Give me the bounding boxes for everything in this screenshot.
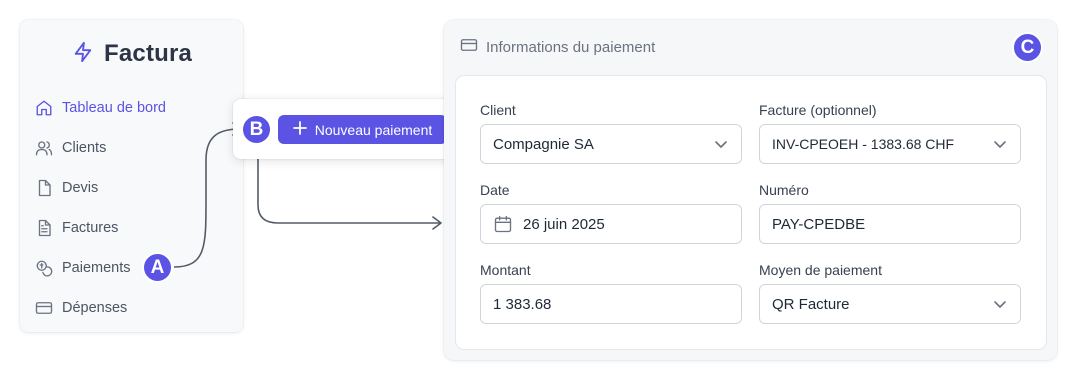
sidebar-item-devis[interactable]: Devis <box>32 168 232 208</box>
arrowhead-b-to-c <box>432 216 442 230</box>
number-label: Numéro <box>759 182 809 198</box>
method-label: Moyen de paiement <box>759 262 882 278</box>
badge-b: B <box>241 114 272 145</box>
sidebar-item-label: Devis <box>62 180 99 196</box>
sidebar: Factura Tableau de bord Clients Devis Fa… <box>20 20 243 332</box>
date-input[interactable]: 26 juin 2025 <box>480 204 742 244</box>
sidebar-item-label: Dépenses <box>62 300 128 316</box>
file-text-icon <box>34 218 54 238</box>
badge-c: C <box>1012 32 1043 63</box>
sidebar-item-label: Clients <box>62 140 107 156</box>
chevron-down-icon <box>994 301 1006 308</box>
sidebar-item-tableau-de-bord[interactable]: Tableau de bord <box>32 88 232 128</box>
panel-title: Informations du paiement <box>486 38 656 56</box>
date-value: 26 juin 2025 <box>523 215 605 233</box>
number-value: PAY-CPEDBE <box>772 215 866 233</box>
amount-value: 1 383.68 <box>493 295 552 313</box>
credit-card-icon <box>460 36 478 58</box>
sidebar-item-depenses[interactable]: Dépenses <box>32 288 232 328</box>
sidebar-item-factures[interactable]: Factures <box>32 208 232 248</box>
brand-name: Factura <box>104 40 193 67</box>
sidebar-nav: Tableau de bord Clients Devis Factures P… <box>32 88 232 328</box>
number-input[interactable]: PAY-CPEDBE <box>759 204 1021 244</box>
new-payment-button[interactable]: Nouveau paiement <box>278 115 447 144</box>
client-label: Client <box>480 102 516 118</box>
amount-input[interactable]: 1 383.68 <box>480 284 742 324</box>
calendar-icon <box>494 215 512 233</box>
brand: Factura <box>72 40 192 68</box>
file-icon <box>34 178 54 198</box>
invoice-select[interactable]: INV-CPEOEH - 1383.68 CHF <box>759 124 1021 164</box>
badge-a: A <box>142 252 173 283</box>
plus-icon <box>292 121 307 138</box>
chevron-down-icon <box>715 141 727 148</box>
coins-icon <box>34 258 54 278</box>
chevron-down-icon <box>994 141 1006 148</box>
sidebar-item-label: Tableau de bord <box>62 100 166 116</box>
sidebar-item-label: Factures <box>62 220 119 236</box>
panel-header: Informations du paiement <box>460 36 655 58</box>
home-icon <box>34 98 54 118</box>
amount-label: Montant <box>480 262 531 278</box>
payment-info-panel: Informations du paiement Client Compagni… <box>444 20 1057 360</box>
sidebar-item-label: Paiements <box>62 260 131 276</box>
invoice-value: INV-CPEOEH - 1383.68 CHF <box>772 136 955 152</box>
sidebar-item-clients[interactable]: Clients <box>32 128 232 168</box>
client-select[interactable]: Compagnie SA <box>480 124 742 164</box>
users-icon <box>34 138 54 158</box>
invoice-label: Facture (optionnel) <box>759 102 877 118</box>
sidebar-item-paiements[interactable]: Paiements <box>32 248 232 288</box>
new-payment-label: Nouveau paiement <box>314 121 433 138</box>
method-value: QR Facture <box>772 295 850 313</box>
date-label: Date <box>480 182 510 198</box>
payment-form: Client Compagnie SA Facture (optionnel) … <box>456 76 1046 349</box>
client-value: Compagnie SA <box>493 135 594 153</box>
method-select[interactable]: QR Facture <box>759 284 1021 324</box>
bolt-icon <box>72 40 94 69</box>
credit-card-icon <box>34 298 54 318</box>
